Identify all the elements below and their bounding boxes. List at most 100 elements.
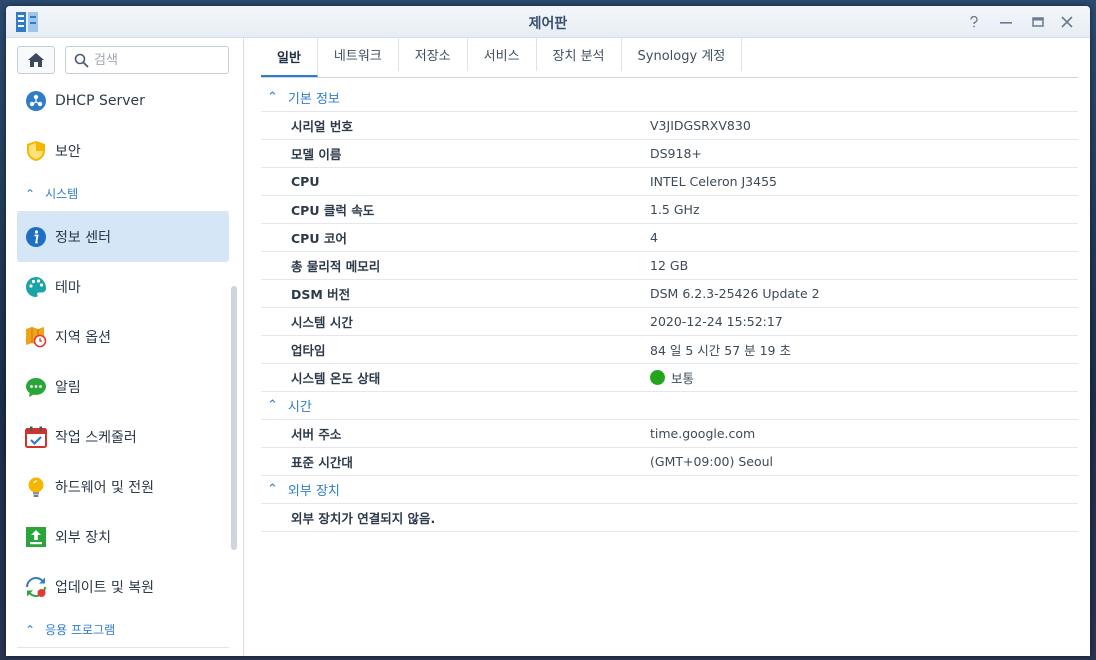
sidebar-item-theme[interactable]: 테마 bbox=[17, 262, 229, 312]
window-title: 제어판 bbox=[528, 16, 568, 32]
group-title: 외부 장치 bbox=[287, 484, 340, 499]
group-header-basic-info[interactable]: ⌃ 기본 정보 bbox=[261, 84, 1078, 112]
group-header-time[interactable]: ⌃ 시간 bbox=[261, 392, 1078, 420]
info-row-dsm-version: DSM 버전 DSM 6.2.3-25426 Update 2 bbox=[261, 280, 1078, 308]
sidebar-item-info-center[interactable]: 정보 센터 bbox=[17, 212, 229, 262]
info-row-memory: 총 물리적 메모리 12 GB bbox=[261, 252, 1078, 280]
info-row-timezone: 표준 시간대 (GMT+09:00) Seoul bbox=[261, 448, 1078, 476]
search-icon bbox=[74, 53, 89, 68]
sidebar-section-system[interactable]: ⌃ 시스템 bbox=[17, 176, 229, 212]
sidebar-item-label: 테마 bbox=[55, 280, 81, 296]
update-restore-icon bbox=[26, 577, 46, 597]
sidebar-item-dhcp-server[interactable]: DHCP Server bbox=[17, 76, 229, 126]
sidebar-list: DHCP Server 보안 ⌃ 시스템 정보 센터 테마 지역 옵션 알림 작… bbox=[17, 76, 229, 648]
thermal-status: 보통 bbox=[650, 368, 694, 387]
sidebar-item-security[interactable]: 보안 bbox=[17, 126, 229, 176]
chevron-up-icon: ⌃ bbox=[25, 622, 36, 637]
info-value: INTEL Celeron J3455 bbox=[650, 174, 777, 189]
sidebar-item-label: 보안 bbox=[55, 144, 81, 160]
sidebar-section-label: 응용 프로그램 bbox=[45, 623, 116, 637]
info-label: 시스템 온도 상태 bbox=[291, 371, 381, 386]
info-row-cpu-clock: CPU 클럭 속도 1.5 GHz bbox=[261, 196, 1078, 224]
security-shield-icon bbox=[27, 141, 45, 161]
info-value: 12 GB bbox=[650, 258, 689, 273]
info-label: CPU 코어 bbox=[291, 231, 347, 246]
task-scheduler-icon bbox=[25, 426, 47, 448]
info-label: 모델 이름 bbox=[291, 147, 342, 162]
tab-general[interactable]: 일반 bbox=[261, 37, 318, 77]
info-value: 84 일 5 시간 57 분 19 초 bbox=[650, 343, 791, 358]
sidebar-item-update-restore[interactable]: 업데이트 및 복원 bbox=[17, 562, 229, 612]
sidebar-item-label: DHCP Server bbox=[55, 93, 145, 109]
main-panel: 일반 네트워크 저장소 서비스 장치 분석 Synology 계정 ⌃ 기본 정… bbox=[245, 37, 1090, 656]
tab-storage[interactable]: 저장소 bbox=[399, 37, 468, 71]
tab-device-analytics[interactable]: 장치 분석 bbox=[537, 37, 622, 71]
sidebar-item-hardware-power[interactable]: 하드웨어 및 전원 bbox=[17, 462, 229, 512]
sidebar-section-applications[interactable]: ⌃ 응용 프로그램 bbox=[17, 612, 229, 648]
chevron-up-icon: ⌃ bbox=[25, 186, 36, 201]
info-center-icon bbox=[26, 227, 46, 247]
maximize-icon[interactable] bbox=[1028, 12, 1048, 32]
info-row-model: 모델 이름 DS918+ bbox=[261, 140, 1078, 168]
info-value: 1.5 GHz bbox=[650, 202, 700, 217]
minimize-icon[interactable] bbox=[996, 12, 1016, 32]
group-title: 시간 bbox=[287, 400, 312, 415]
info-label: 업타임 bbox=[291, 343, 326, 358]
info-row-uptime: 업타임 84 일 5 시간 57 분 19 초 bbox=[261, 336, 1078, 364]
info-row-system-time: 시스템 시간 2020-12-24 15:52:17 bbox=[261, 308, 1078, 336]
search-input[interactable] bbox=[94, 51, 224, 69]
tab-network[interactable]: 네트워크 bbox=[318, 37, 399, 71]
info-label: DSM 버전 bbox=[291, 287, 351, 302]
info-label: 시스템 시간 bbox=[291, 315, 353, 330]
sidebar-item-external-devices[interactable]: 외부 장치 bbox=[17, 512, 229, 562]
chevron-up-icon: ⌃ bbox=[267, 90, 278, 105]
info-label: 시리얼 번호 bbox=[291, 119, 353, 134]
sidebar-item-task-scheduler[interactable]: 작업 스케줄러 bbox=[17, 412, 229, 462]
info-label: 외부 장치가 연결되지 않음. bbox=[291, 511, 436, 526]
title-bar[interactable]: 제어판 bbox=[6, 6, 1090, 38]
help-icon[interactable] bbox=[964, 12, 984, 32]
tab-bar: 일반 네트워크 저장소 서비스 장치 분석 Synology 계정 bbox=[261, 37, 1078, 78]
info-row-cpu: CPU INTEL Celeron J3455 bbox=[261, 168, 1078, 196]
theme-palette-icon bbox=[26, 277, 46, 297]
sidebar-item-label: 알림 bbox=[55, 380, 81, 396]
info-value: 4 bbox=[650, 230, 658, 245]
sidebar-item-label: 업데이트 및 복원 bbox=[55, 580, 155, 596]
search-box[interactable] bbox=[65, 46, 229, 74]
sidebar-item-label: 지역 옵션 bbox=[55, 330, 111, 346]
dhcp-icon bbox=[26, 91, 46, 111]
info-value: DS918+ bbox=[650, 146, 702, 161]
tab-service[interactable]: 서비스 bbox=[468, 37, 537, 71]
sidebar-item-label: 외부 장치 bbox=[55, 530, 111, 546]
info-label: CPU 클럭 속도 bbox=[291, 203, 375, 218]
info-row-no-external-device: 외부 장치가 연결되지 않음. bbox=[261, 504, 1078, 532]
home-icon bbox=[28, 53, 44, 67]
info-value: V3JIDGSRXV830 bbox=[650, 118, 751, 133]
external-devices-icon bbox=[26, 527, 46, 547]
info-label: 서버 주소 bbox=[291, 427, 342, 442]
group-header-external-devices[interactable]: ⌃ 외부 장치 bbox=[261, 476, 1078, 504]
info-row-serial: 시리얼 번호 V3JIDGSRXV830 bbox=[261, 112, 1078, 140]
status-text: 보통 bbox=[671, 371, 695, 386]
info-row-cpu-cores: CPU 코어 4 bbox=[261, 224, 1078, 252]
sidebar-item-regional-options[interactable]: 지역 옵션 bbox=[17, 312, 229, 362]
info-label: 총 물리적 메모리 bbox=[291, 259, 381, 274]
sidebar-item-label: 정보 센터 bbox=[55, 230, 111, 246]
close-icon[interactable] bbox=[1057, 12, 1077, 32]
hardware-power-icon bbox=[28, 477, 44, 497]
home-button[interactable] bbox=[17, 46, 55, 74]
sidebar-scrollbar[interactable] bbox=[231, 286, 237, 550]
status-ok-icon bbox=[650, 370, 665, 385]
sidebar-section-label: 시스템 bbox=[45, 187, 79, 201]
info-row-ntp-server: 서버 주소 time.google.com bbox=[261, 420, 1078, 448]
info-row-thermal-status: 시스템 온도 상태 보통 bbox=[261, 364, 1078, 392]
chevron-up-icon: ⌃ bbox=[267, 398, 278, 413]
regional-options-icon bbox=[26, 327, 47, 348]
sidebar-item-label: 작업 스케줄러 bbox=[55, 430, 137, 446]
sidebar-item-label: 하드웨어 및 전원 bbox=[55, 480, 155, 496]
group-title: 기본 정보 bbox=[287, 92, 340, 107]
sidebar: DHCP Server 보안 ⌃ 시스템 정보 센터 bbox=[6, 38, 244, 656]
info-label: 표준 시간대 bbox=[291, 455, 353, 470]
sidebar-item-notification[interactable]: 알림 bbox=[17, 362, 229, 412]
tab-synology-account[interactable]: Synology 계정 bbox=[622, 37, 743, 71]
